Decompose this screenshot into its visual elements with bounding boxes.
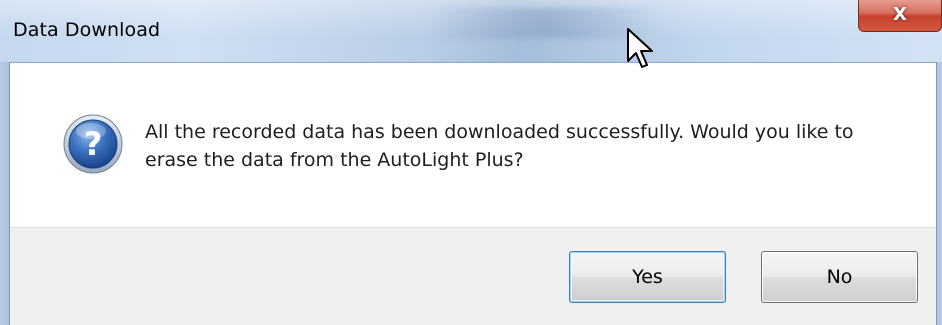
dialog-message: All the recorded data has been downloade…: [145, 121, 854, 171]
window-title: Data Download: [13, 19, 161, 41]
mouse-cursor-icon: [627, 28, 653, 68]
close-icon: X: [893, 4, 907, 25]
yes-button[interactable]: Yes: [569, 251, 726, 303]
title-bar[interactable]: Data Download X: [0, 0, 942, 63]
close-button[interactable]: X: [858, 0, 942, 32]
no-button[interactable]: No: [761, 251, 918, 303]
window-frame-right: [936, 62, 942, 325]
svg-text:?: ?: [84, 125, 103, 163]
question-icon: ?: [63, 114, 123, 174]
dialog-window: Data Download X ? All the recorded data …: [0, 0, 942, 325]
window-frame-left: [0, 62, 10, 325]
